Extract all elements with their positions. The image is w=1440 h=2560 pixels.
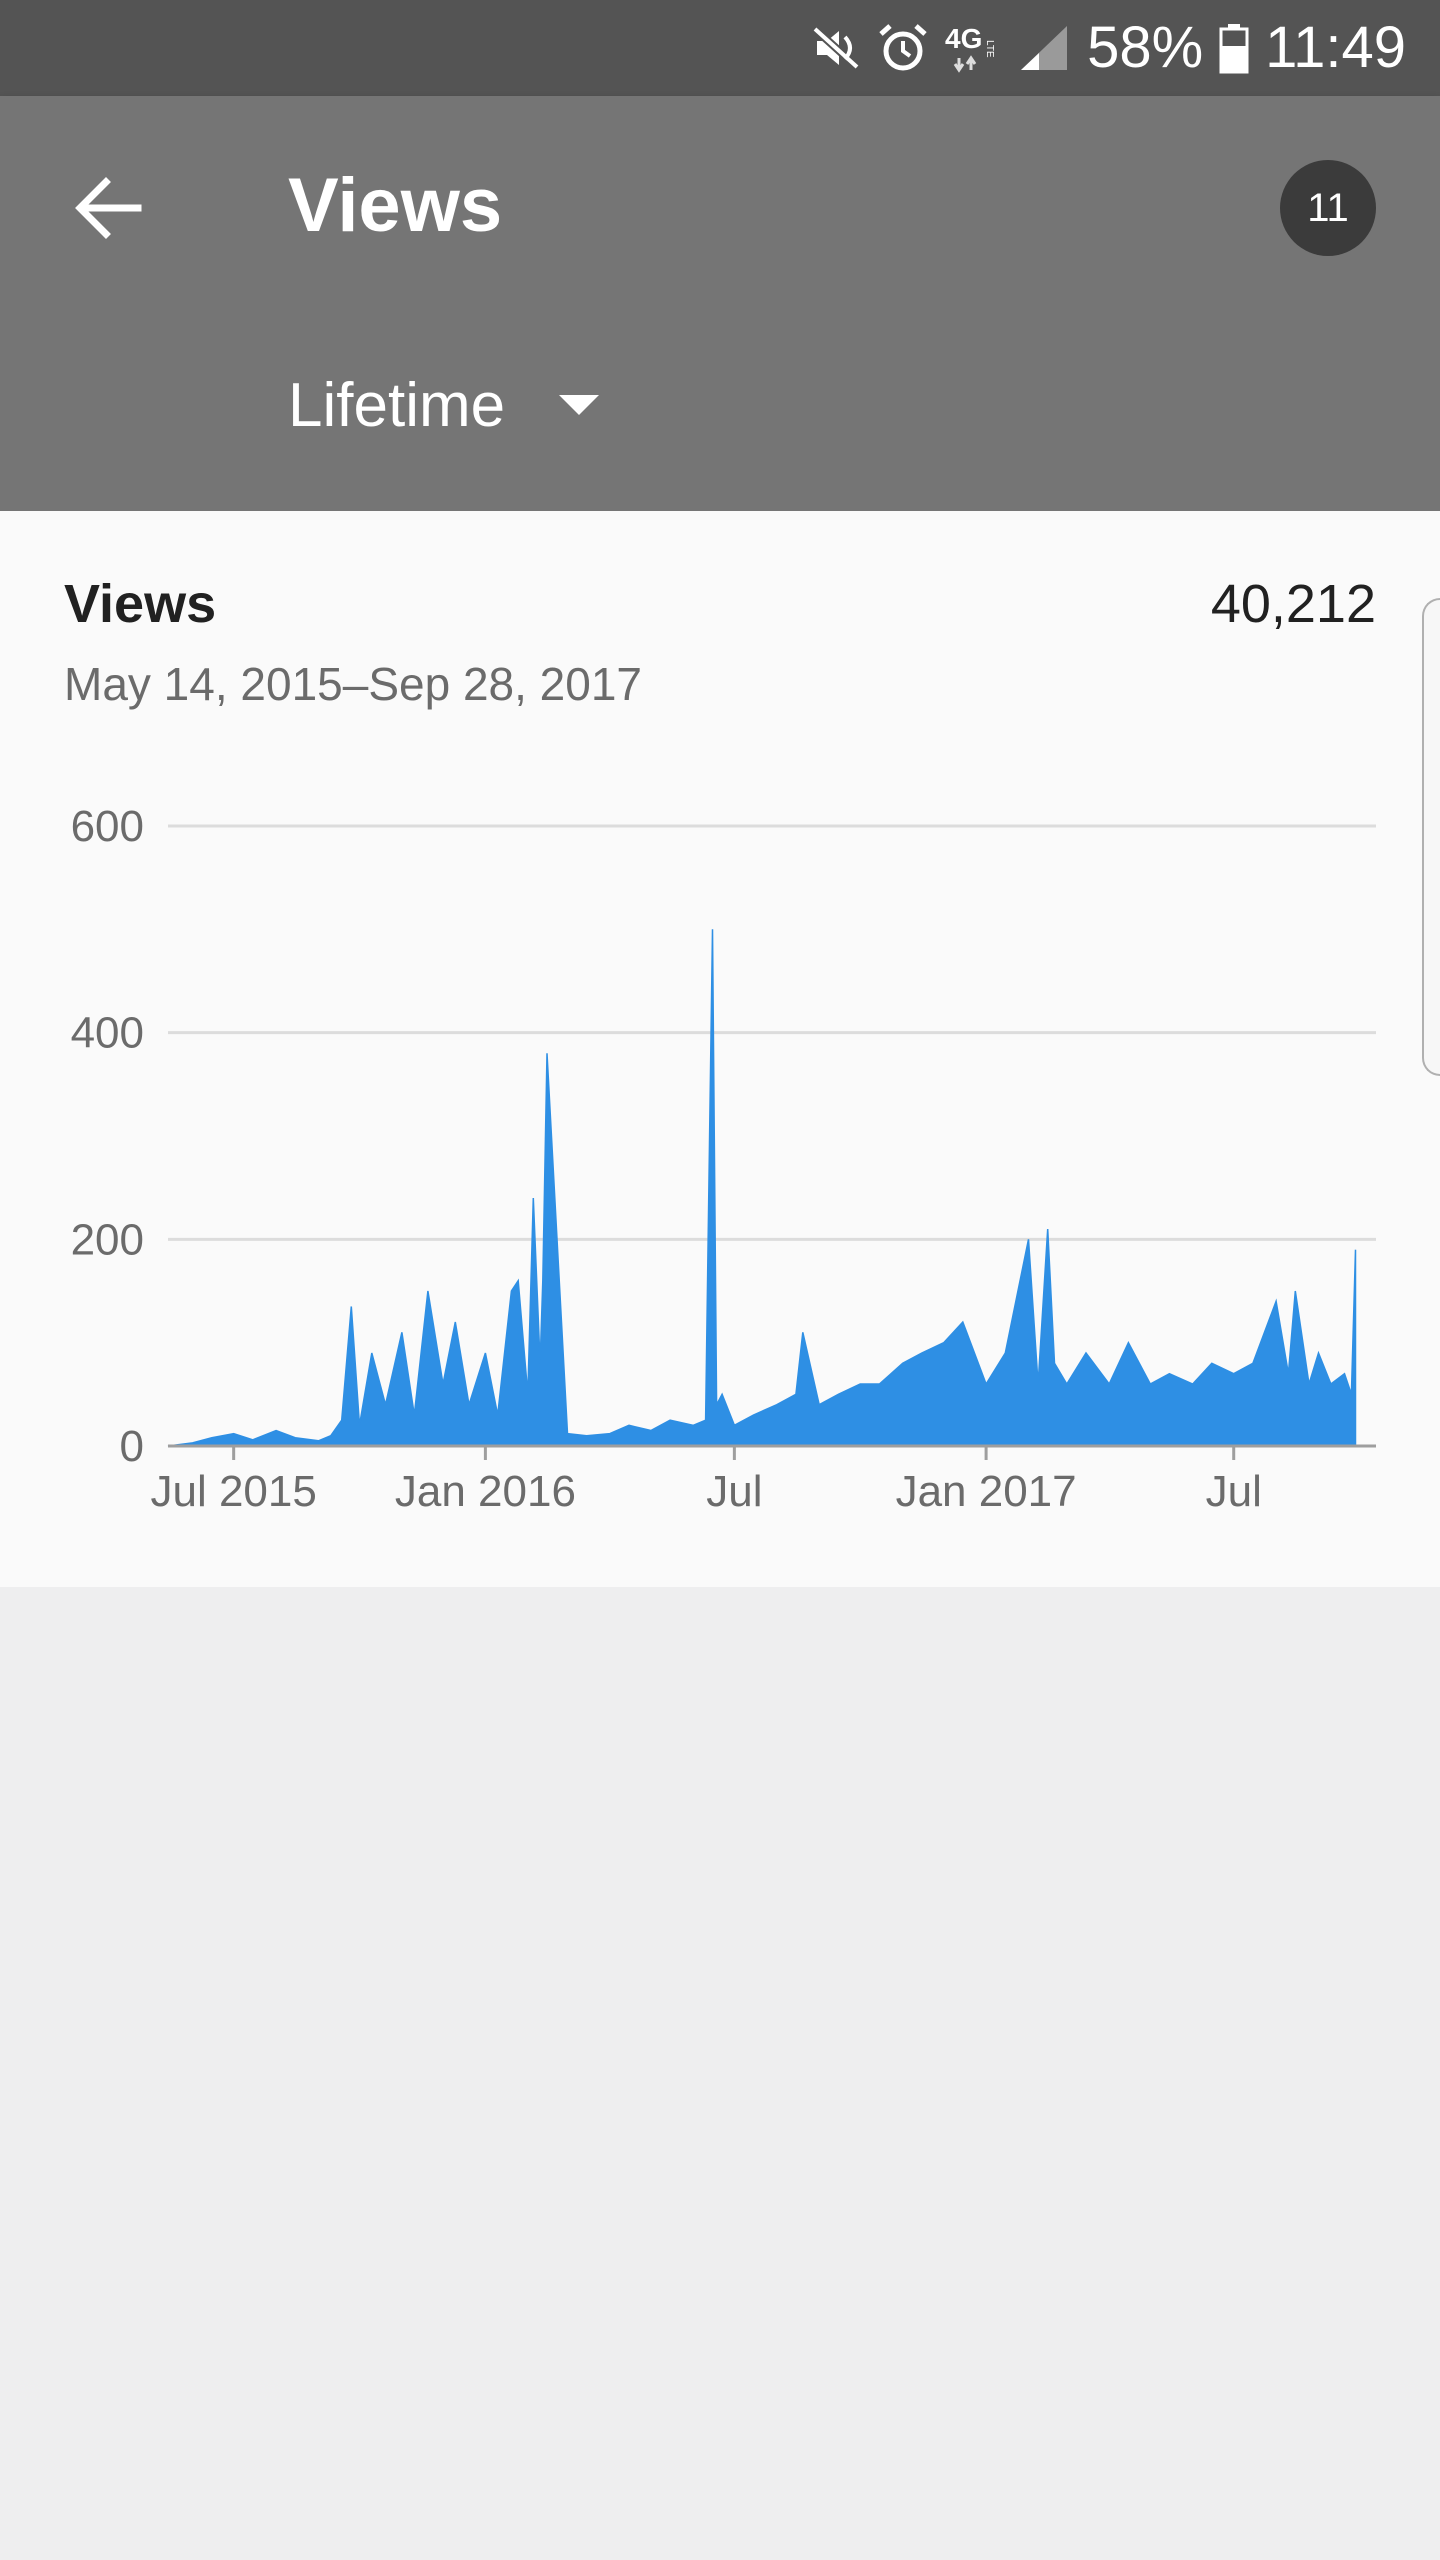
views-card: Views 40,212 May 14, 2015–Sep 28, 2017 0…	[0, 511, 1440, 1587]
alarm-icon	[877, 22, 929, 74]
page-title: Views	[288, 163, 503, 248]
battery-percent: 58%	[1087, 15, 1204, 80]
svg-text:LTE: LTE	[984, 40, 995, 58]
signal-icon	[1019, 22, 1071, 74]
y-tick-label: 600	[71, 802, 144, 851]
x-tick-label: Jan 2017	[896, 1467, 1077, 1516]
battery-icon	[1219, 22, 1249, 74]
x-tick-label: Jan 2016	[395, 1467, 576, 1516]
x-tick-label: Jul 2015	[150, 1467, 316, 1516]
x-tick-label: Jul	[1206, 1467, 1262, 1516]
period-dropdown[interactable]: Lifetime	[288, 366, 600, 446]
x-tick-label: Jul	[706, 1467, 762, 1516]
clock: 11:49	[1265, 15, 1406, 80]
period-label: Lifetime	[288, 371, 506, 440]
y-tick-label: 0	[120, 1422, 144, 1471]
y-tick-label: 400	[71, 1009, 144, 1058]
4g-lte-icon: 4G LTE	[945, 22, 1003, 74]
y-tick-label: 200	[71, 1215, 144, 1264]
notification-badge[interactable]: 11	[1280, 160, 1376, 256]
edge-panel-handle[interactable]	[1422, 598, 1440, 1076]
status-bar: 4G LTE 58% 11:49	[0, 0, 1440, 96]
dropdown-arrow-icon	[559, 395, 600, 415]
views-chart: 0 200 400 600 Jul 2015 Jan 2016 Jul Jan 2017 Jul	[71, 802, 1376, 1516]
back-button[interactable]	[66, 166, 150, 250]
status-icons: 4G LTE 58% 11:49	[811, 0, 1406, 96]
views-area-series	[167, 929, 1357, 1447]
mute-icon	[811, 23, 861, 73]
app-bar: Views 11 Lifetime	[0, 96, 1440, 511]
arrow-back-icon	[75, 177, 142, 239]
svg-text:4G: 4G	[945, 23, 982, 54]
